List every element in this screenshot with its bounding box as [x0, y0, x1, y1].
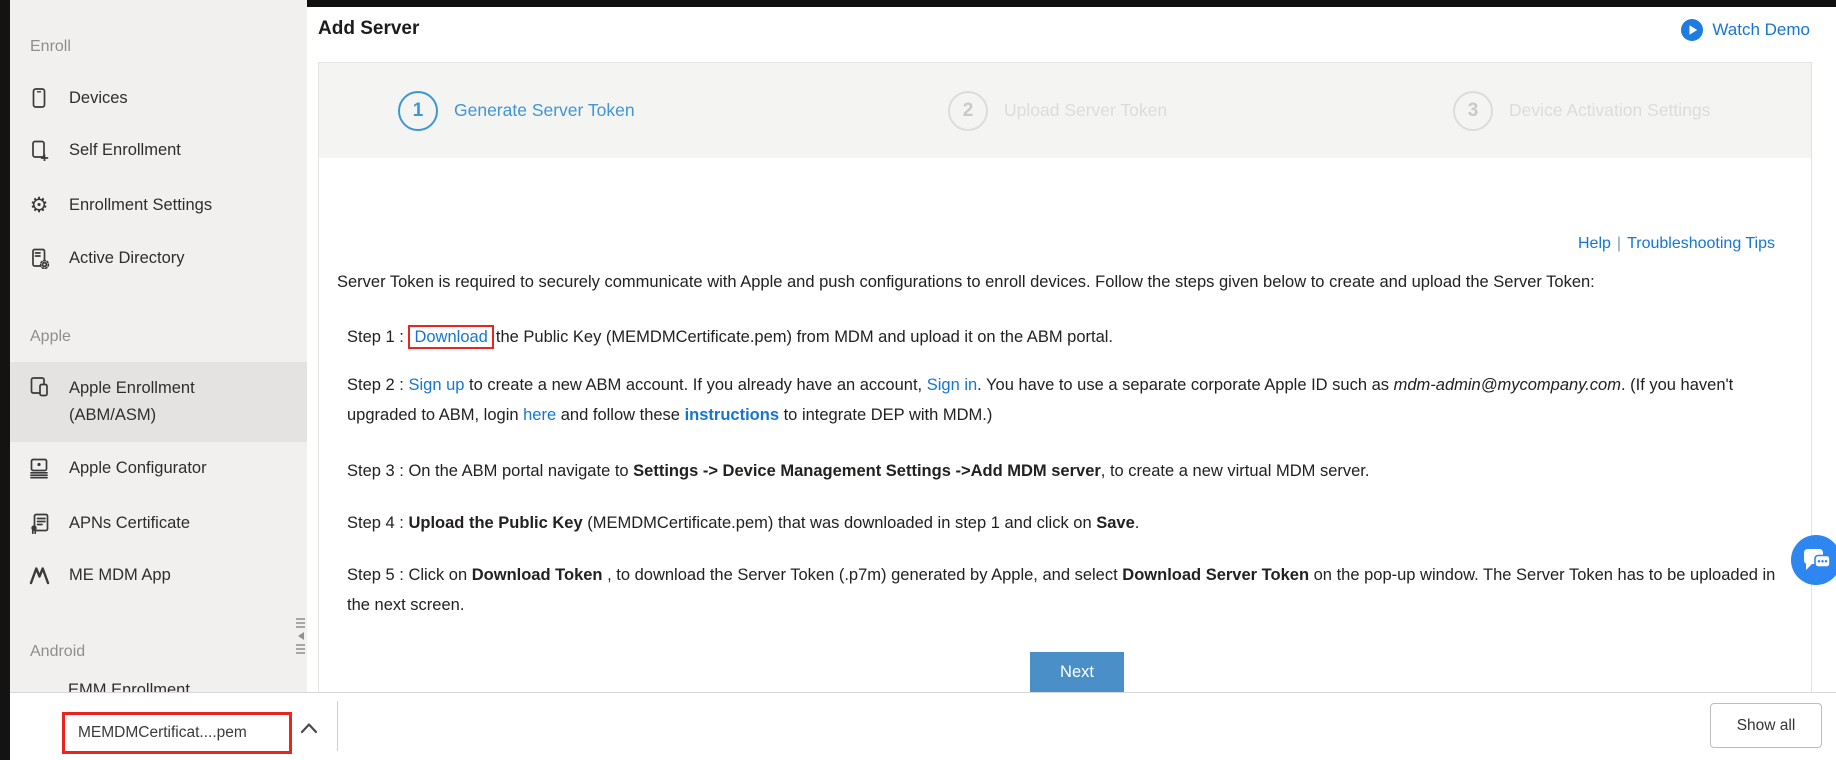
help-link[interactable]: Help [1578, 235, 1611, 252]
server-gear-icon [28, 247, 50, 269]
step5-prefix: Step 5 : Click on [347, 566, 472, 584]
handle-ridge [296, 626, 305, 628]
sidebar-section-enroll: Enroll [30, 38, 71, 56]
download-server-token-emphasis: Download Server Token [1122, 566, 1309, 584]
intro-text: Server Token is required to securely com… [337, 267, 1785, 297]
sidebar-item-label: Apple Enrollment (ABM/ASM) [69, 375, 259, 442]
apple-id-example: mdm-admin@mycompany.com [1394, 376, 1621, 394]
window-left-edge [0, 0, 10, 760]
window-top-edge [307, 0, 1836, 7]
download-token-emphasis: Download Token [472, 566, 603, 584]
play-icon [1681, 19, 1703, 41]
laptop-apple-icon [28, 457, 50, 479]
step1-prefix: Step 1 : [347, 328, 408, 346]
step2-suffix: to integrate DEP with MDM.) [779, 406, 992, 424]
upload-public-key-emphasis: Upload the Public Key [408, 514, 582, 532]
chat-bubbles-icon [1791, 535, 1836, 585]
tablet-phone-icon [28, 375, 50, 397]
step3-text: Step 3 : On the ABM portal navigate to S… [347, 456, 1369, 486]
downloaded-file-chip[interactable]: MEMDMCertificat....pem [62, 712, 292, 754]
sidebar-section-android: Android [30, 643, 85, 661]
sidebar-item-label: Self Enrollment [69, 141, 181, 160]
handle-ridge [296, 622, 305, 624]
show-all-downloads-button[interactable]: Show all [1710, 703, 1822, 748]
sign-up-link[interactable]: Sign up [408, 376, 464, 394]
troubleshooting-tips-link[interactable]: Troubleshooting Tips [1627, 235, 1775, 252]
step2-text: Step 2 : Sign up to create a new ABM acc… [347, 370, 1785, 430]
step-3-label: Device Activation Settings [1509, 100, 1710, 121]
step-2-upload-server-token: 2 Upload Server Token [948, 63, 1167, 158]
watch-demo-label: Watch Demo [1712, 20, 1810, 40]
sidebar-resize-handle[interactable] [294, 618, 307, 654]
download-public-key-link[interactable]: Download [414, 328, 487, 346]
sidebar-item-label: Apple Configurator [69, 459, 207, 478]
smartphone-plus-icon [28, 139, 50, 161]
step4-mid: (MEMDMCertificate.pem) that was download… [583, 514, 1097, 532]
step4-suffix: . [1135, 514, 1140, 532]
handle-ridge [296, 652, 305, 654]
sidebar-item-label: Enrollment Settings [69, 196, 212, 215]
step2-prefix: Step 2 : [347, 376, 408, 394]
abm-settings-path: Settings -> Device Management Settings -… [633, 462, 1101, 480]
step3-prefix: Step 3 : On the ABM portal navigate to [347, 462, 633, 480]
link-separator: | [1617, 235, 1621, 252]
step5-mid: , to download the Server Token (.p7m) ge… [603, 566, 1123, 584]
sidebar-section-apple: Apple [30, 328, 71, 346]
live-chat-button[interactable] [1791, 535, 1836, 585]
sidebar-item-label: Devices [69, 89, 128, 108]
handle-ridge [296, 618, 305, 620]
step4-prefix: Step 4 : [347, 514, 408, 532]
sidebar-item-devices[interactable]: Devices [28, 87, 293, 109]
step-3-device-activation-settings: 3 Device Activation Settings [1453, 63, 1710, 158]
sidebar-item-apns-certificate[interactable]: APNs Certificate [28, 512, 293, 534]
sign-in-link[interactable]: Sign in [927, 376, 977, 394]
sidebar-item-label: APNs Certificate [69, 514, 190, 533]
browser-download-bar: MEMDMCertificat....pem Show all [10, 692, 1836, 760]
annotation-box-download: Download [408, 325, 493, 349]
step-1-circle: 1 [398, 91, 438, 131]
step4-text: Step 4 : Upload the Public Key (MEMDMCer… [347, 508, 1139, 538]
step-3-circle: 3 [1453, 91, 1493, 131]
sidebar-item-partial[interactable]: EMM Enrollment [68, 681, 307, 692]
handle-ridge [296, 644, 305, 646]
step-2-circle: 2 [948, 91, 988, 131]
step2-mid2: . You have to use a separate corporate A… [977, 376, 1393, 394]
sidebar-item-me-mdm-app[interactable]: ME MDM App [28, 564, 293, 586]
step1-text: Step 1 : Download the Public Key (MEMDMCe… [347, 322, 1113, 352]
sidebar-item-label: ME MDM App [69, 566, 171, 585]
enroll-sidebar: Enroll Devices Self Enrollment ⚙ Enrollm… [10, 0, 307, 692]
step2-mid1: to create a new ABM account. If you alre… [464, 376, 926, 394]
step5-text: Step 5 : Click on Download Token , to do… [347, 560, 1785, 620]
instructions-link[interactable]: instructions [685, 406, 779, 424]
gear-icon: ⚙ [28, 194, 50, 216]
wizard-stepper: 1 Generate Server Token 2 Upload Server … [319, 63, 1811, 158]
step-1-generate-server-token: 1 Generate Server Token [398, 63, 635, 158]
sidebar-item-self-enrollment[interactable]: Self Enrollment [28, 139, 293, 161]
chevron-up-icon[interactable] [298, 719, 320, 735]
collapse-arrow-icon [298, 632, 304, 640]
help-links: Help | Troubleshooting Tips [1578, 235, 1775, 253]
step2-mid4: and follow these [556, 406, 684, 424]
page-title: Add Server [318, 18, 419, 40]
mdm-app-m-icon [28, 564, 50, 586]
step1-rest: the Public Key (MEMDMCertificate.pem) fr… [496, 328, 1113, 346]
step-1-label: Generate Server Token [454, 100, 635, 121]
watch-demo-link[interactable]: Watch Demo [1681, 19, 1810, 41]
sidebar-item-enrollment-settings[interactable]: ⚙ Enrollment Settings [28, 194, 293, 216]
download-bar-divider [337, 701, 338, 751]
sidebar-item-label: EMM Enrollment [68, 681, 190, 692]
sidebar-item-apple-configurator[interactable]: Apple Configurator [28, 457, 293, 479]
sidebar-item-label: Active Directory [69, 249, 185, 268]
here-link[interactable]: here [523, 406, 556, 424]
sidebar-item-apple-enrollment-abm-asm[interactable]: Apple Enrollment (ABM/ASM) [10, 362, 307, 442]
step3-suffix: , to create a new virtual MDM server. [1101, 462, 1370, 480]
save-emphasis: Save [1096, 514, 1135, 532]
step-2-label: Upload Server Token [1004, 100, 1167, 121]
sidebar-item-active-directory[interactable]: Active Directory [28, 247, 293, 269]
smartphone-icon [28, 87, 50, 109]
downloaded-file-name: MEMDMCertificat....pem [78, 724, 247, 742]
next-button[interactable]: Next [1030, 652, 1124, 692]
certificate-icon [28, 512, 50, 534]
handle-ridge [296, 648, 305, 650]
